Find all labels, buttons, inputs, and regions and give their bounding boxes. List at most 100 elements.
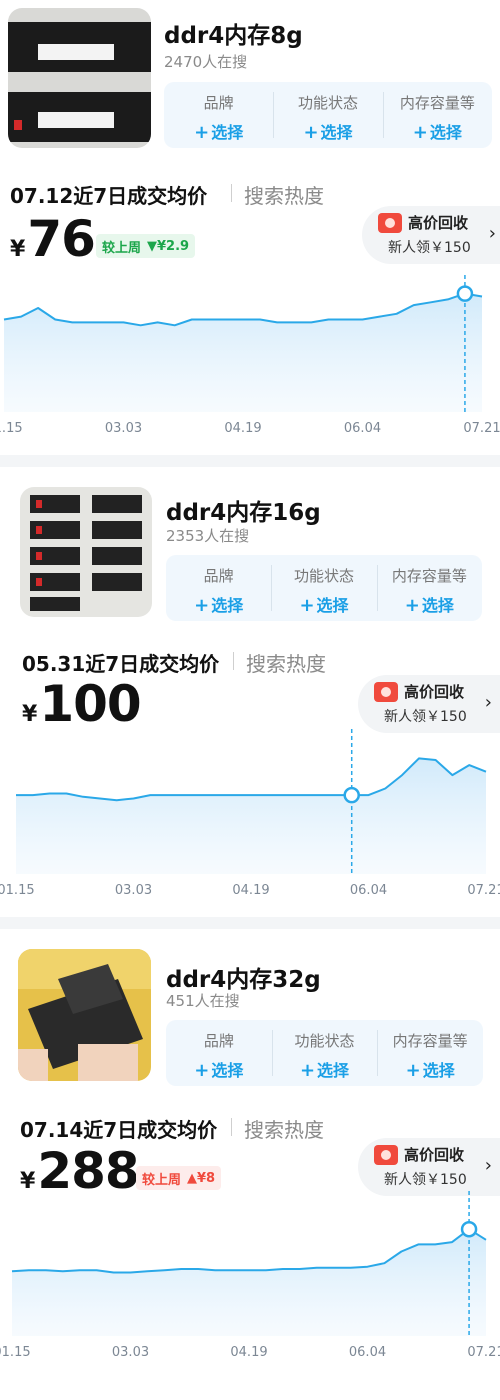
tab-search-heat[interactable]: 搜索热度 [244, 180, 324, 209]
recycle-title: 高价回收 [404, 1146, 465, 1164]
plus-icon: + [194, 595, 210, 616]
chart-area [4, 293, 482, 412]
chevron-right-icon: › [488, 223, 496, 244]
up-arrow-icon: ▲ [187, 1170, 198, 1186]
tab-divider [231, 1118, 232, 1136]
x-tick-label: 07.21 [467, 883, 500, 898]
filter-status[interactable]: 功能状态 + 选择 [271, 1020, 378, 1086]
section-divider [0, 917, 500, 929]
filter-label: 品牌 [203, 1032, 234, 1050]
filter-status[interactable]: 功能状态 + 选择 [271, 555, 376, 621]
x-tick-label: 07.21 [463, 421, 500, 436]
recycle-title: 高价回收 [404, 683, 465, 701]
x-tick-label: 03.03 [112, 1345, 149, 1360]
ram-photo-icon [8, 8, 151, 148]
chart-area [16, 758, 486, 874]
recycle-subtitle: 新人领￥150 [384, 709, 467, 725]
tab-avg-price[interactable]: 07.14近7日成交均价 [20, 1114, 217, 1143]
ram-photo-icon [18, 949, 151, 1081]
product-thumbnail[interactable] [20, 487, 152, 617]
plus-icon: + [299, 595, 315, 616]
price-chart[interactable]: 01.15 03.03 04.19 06.04 07.21 [0, 1191, 500, 1360]
filter-brand[interactable]: 品牌 + 选择 [164, 82, 273, 148]
recycle-subtitle: 新人领￥150 [384, 1172, 467, 1188]
search-count: 451人在搜 [166, 992, 240, 1010]
x-tick-label: 01.15 [0, 883, 35, 898]
filter-label: 内存容量等 [392, 1032, 468, 1050]
x-tick-label: 03.03 [105, 421, 142, 436]
x-tick-label: 04.19 [224, 421, 261, 436]
filter-capacity[interactable]: 内存容量等 + 选择 [382, 82, 492, 148]
x-tick-label: 06.04 [350, 883, 387, 898]
plus-icon: + [412, 122, 428, 143]
plus-icon: + [194, 122, 210, 143]
filter-bar: 品牌 + 选择 功能状态 + 选择 内存容量等 + 选择 [166, 1020, 483, 1086]
filter-capacity[interactable]: 内存容量等 + 选择 [377, 1020, 483, 1086]
filter-bar: 品牌 + 选择 功能状态 + 选择 内存容量等 + 选择 [166, 555, 482, 621]
product-title[interactable]: ddr4内存16g [166, 493, 321, 527]
product-title[interactable]: ddr4内存8g [164, 16, 303, 50]
red-envelope-icon [378, 213, 402, 233]
tab-search-heat[interactable]: 搜索热度 [244, 1114, 324, 1143]
highlight-marker [343, 786, 360, 804]
avg-price: ¥100 [22, 675, 142, 733]
filter-status[interactable]: 功能状态 + 选择 [273, 82, 382, 148]
tab-avg-price[interactable]: 05.31近7日成交均价 [22, 648, 219, 677]
search-count: 2470人在搜 [164, 53, 248, 71]
x-tick-label: 04.19 [232, 883, 269, 898]
filter-select[interactable]: + 选择 [377, 592, 482, 616]
plus-icon: + [303, 122, 319, 143]
filter-label: 品牌 [203, 94, 234, 112]
filter-bar: 品牌 + 选择 功能状态 + 选择 内存容量等 + 选择 [164, 82, 492, 148]
plus-icon: + [404, 595, 420, 616]
product-card-8g: ddr4内存8g 2470人在搜 品牌 + 选择 功能状态 + 选择 内存容量等 + 选择 … [0, 0, 500, 455]
filter-brand[interactable]: 品牌 + 选择 [166, 555, 271, 621]
x-tick-label: 01.15 [0, 421, 23, 436]
recycle-button[interactable]: 高价回收 新人领￥150 › [362, 206, 500, 264]
plus-icon: + [299, 1060, 316, 1081]
filter-select[interactable]: + 选择 [273, 119, 382, 143]
product-title[interactable]: ddr4内存32g [166, 960, 321, 994]
chart-svg: 01.15 03.03 04.19 06.04 07.21 [0, 275, 500, 436]
filter-select[interactable]: + 选择 [272, 1057, 378, 1081]
x-tick-label: 06.04 [349, 1345, 386, 1360]
chart-svg: 01.15 03.03 04.19 06.04 07.21 [0, 729, 500, 898]
recycle-subtitle: 新人领￥150 [388, 240, 471, 256]
product-thumbnail[interactable] [8, 8, 151, 148]
filter-select[interactable]: + 选择 [166, 1057, 272, 1081]
section-divider [0, 455, 500, 467]
filter-label: 内存容量等 [391, 567, 467, 585]
price-chart[interactable]: 01.15 03.03 04.19 06.04 07.21 [0, 275, 500, 436]
avg-price: ¥76 [10, 210, 96, 268]
filter-select[interactable]: + 选择 [377, 1057, 483, 1081]
tab-search-heat[interactable]: 搜索热度 [246, 648, 326, 677]
product-thumbnail[interactable] [18, 949, 151, 1081]
x-tick-label: 01.15 [0, 1345, 31, 1360]
x-tick-label: 03.03 [115, 883, 152, 898]
search-count: 2353人在搜 [166, 527, 250, 545]
filter-select[interactable]: + 选择 [383, 119, 492, 143]
tab-avg-price[interactable]: 07.12近7日成交均价 [10, 180, 207, 209]
chevron-right-icon: › [484, 1155, 492, 1176]
down-arrow-icon: ▼ [147, 238, 158, 254]
filter-select[interactable]: + 选择 [271, 592, 376, 616]
filter-label: 功能状态 [297, 94, 358, 112]
highlight-marker [460, 1220, 478, 1238]
filter-brand[interactable]: 品牌 + 选择 [166, 1020, 272, 1086]
x-tick-label: 07.21 [467, 1345, 500, 1360]
filter-select[interactable]: + 选择 [164, 119, 273, 143]
red-envelope-icon [374, 1145, 398, 1165]
highlight-marker [456, 285, 474, 302]
recycle-button[interactable]: 高价回收 新人领￥150 › [358, 1138, 500, 1196]
filter-select[interactable]: + 选择 [166, 592, 271, 616]
tab-divider [231, 184, 232, 202]
week-compare-badge: 较上周 ▲ ¥8 [136, 1166, 222, 1190]
price-chart[interactable]: 01.15 03.03 04.19 06.04 07.21 [0, 729, 500, 898]
filter-label: 内存容量等 [399, 94, 475, 112]
product-card-32g: ddr4内存32g 451人在搜 品牌 + 选择 功能状态 + 选择 内存容量等 + 选择 … [0, 929, 500, 1400]
chevron-right-icon: › [484, 692, 492, 713]
x-tick-label: 06.04 [344, 421, 381, 436]
recycle-button[interactable]: 高价回收 新人领￥150 › [358, 675, 500, 733]
filter-label: 品牌 [203, 567, 234, 585]
filter-capacity[interactable]: 内存容量等 + 选择 [376, 555, 482, 621]
